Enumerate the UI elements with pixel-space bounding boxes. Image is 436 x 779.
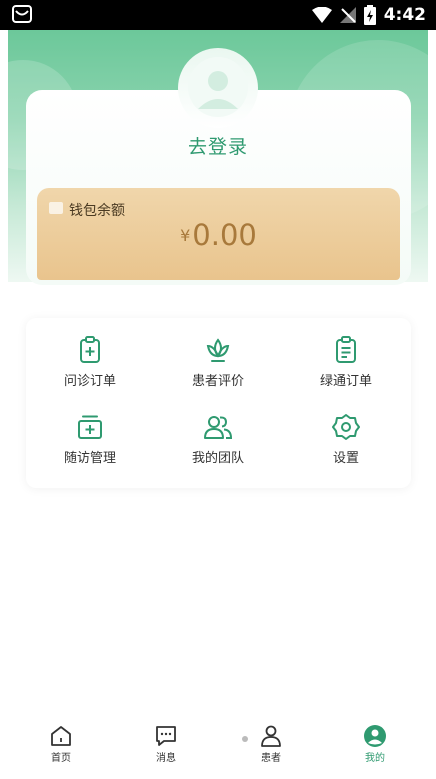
avatar-icon [198,71,238,109]
battery-icon [363,5,376,25]
nav-label: 首页 [51,753,71,764]
clipboard-list-icon [336,336,356,363]
nav-patients[interactable]: 患者 [236,724,306,764]
wallet-balance: ¥0.00 [37,218,400,252]
message-icon [156,726,176,746]
menu-item-settings[interactable]: 设置 [282,413,410,487]
wallet-balance-value: 0.00 [192,218,257,252]
no-signal-icon [339,7,356,23]
team-icon [204,416,233,439]
lotus-icon [206,338,230,362]
nav-messages[interactable]: 消息 [131,724,201,764]
login-link[interactable]: 去登录 [0,132,436,159]
wifi-icon [311,7,332,23]
wallet-card[interactable]: 钱包余额 ¥0.00 [37,188,400,280]
nav-label: 消息 [156,753,176,764]
home-icon [51,726,71,746]
wallet-icon [49,202,63,214]
status-time: 4:42 [383,5,426,25]
nav-home[interactable]: 首页 [26,724,96,764]
menu-label: 问诊订单 [63,374,116,389]
notification-icon [12,5,32,23]
settings-icon [332,414,360,440]
profile-icon [364,725,386,747]
nav-label: 患者 [261,753,281,764]
menu-label: 我的团队 [191,451,244,466]
menu-label: 绿通订单 [319,374,372,389]
menu-item-patient-reviews[interactable]: 患者评价 [154,336,282,410]
avatar[interactable] [188,57,248,117]
nav-profile[interactable]: 我的 [340,724,410,764]
nav-label: 我的 [365,753,385,764]
menu-item-green-channel-orders[interactable]: 绿通订单 [282,336,410,410]
status-bar: 4:42 [0,0,436,30]
menu-label: 设置 [332,451,359,466]
clipboard-plus-icon [80,336,100,363]
medkit-icon [78,415,102,439]
menu-label: 患者评价 [191,374,244,389]
bottom-nav: 首页 消息 患者 我的 [0,720,436,779]
patient-icon [261,725,281,747]
menu-item-my-team[interactable]: 我的团队 [154,413,282,487]
menu-item-follow-up[interactable]: 随访管理 [26,413,154,487]
wallet-title: 钱包余额 [69,203,125,219]
menu-label: 随访管理 [63,451,116,466]
wallet-currency: ¥ [180,226,191,245]
nav-indicator-dot [242,736,248,742]
menu-item-consult-orders[interactable]: 问诊订单 [26,336,154,410]
menu-card: 问诊订单 患者评价 绿通订单 随访管理 我的团队 设置 [26,318,411,488]
